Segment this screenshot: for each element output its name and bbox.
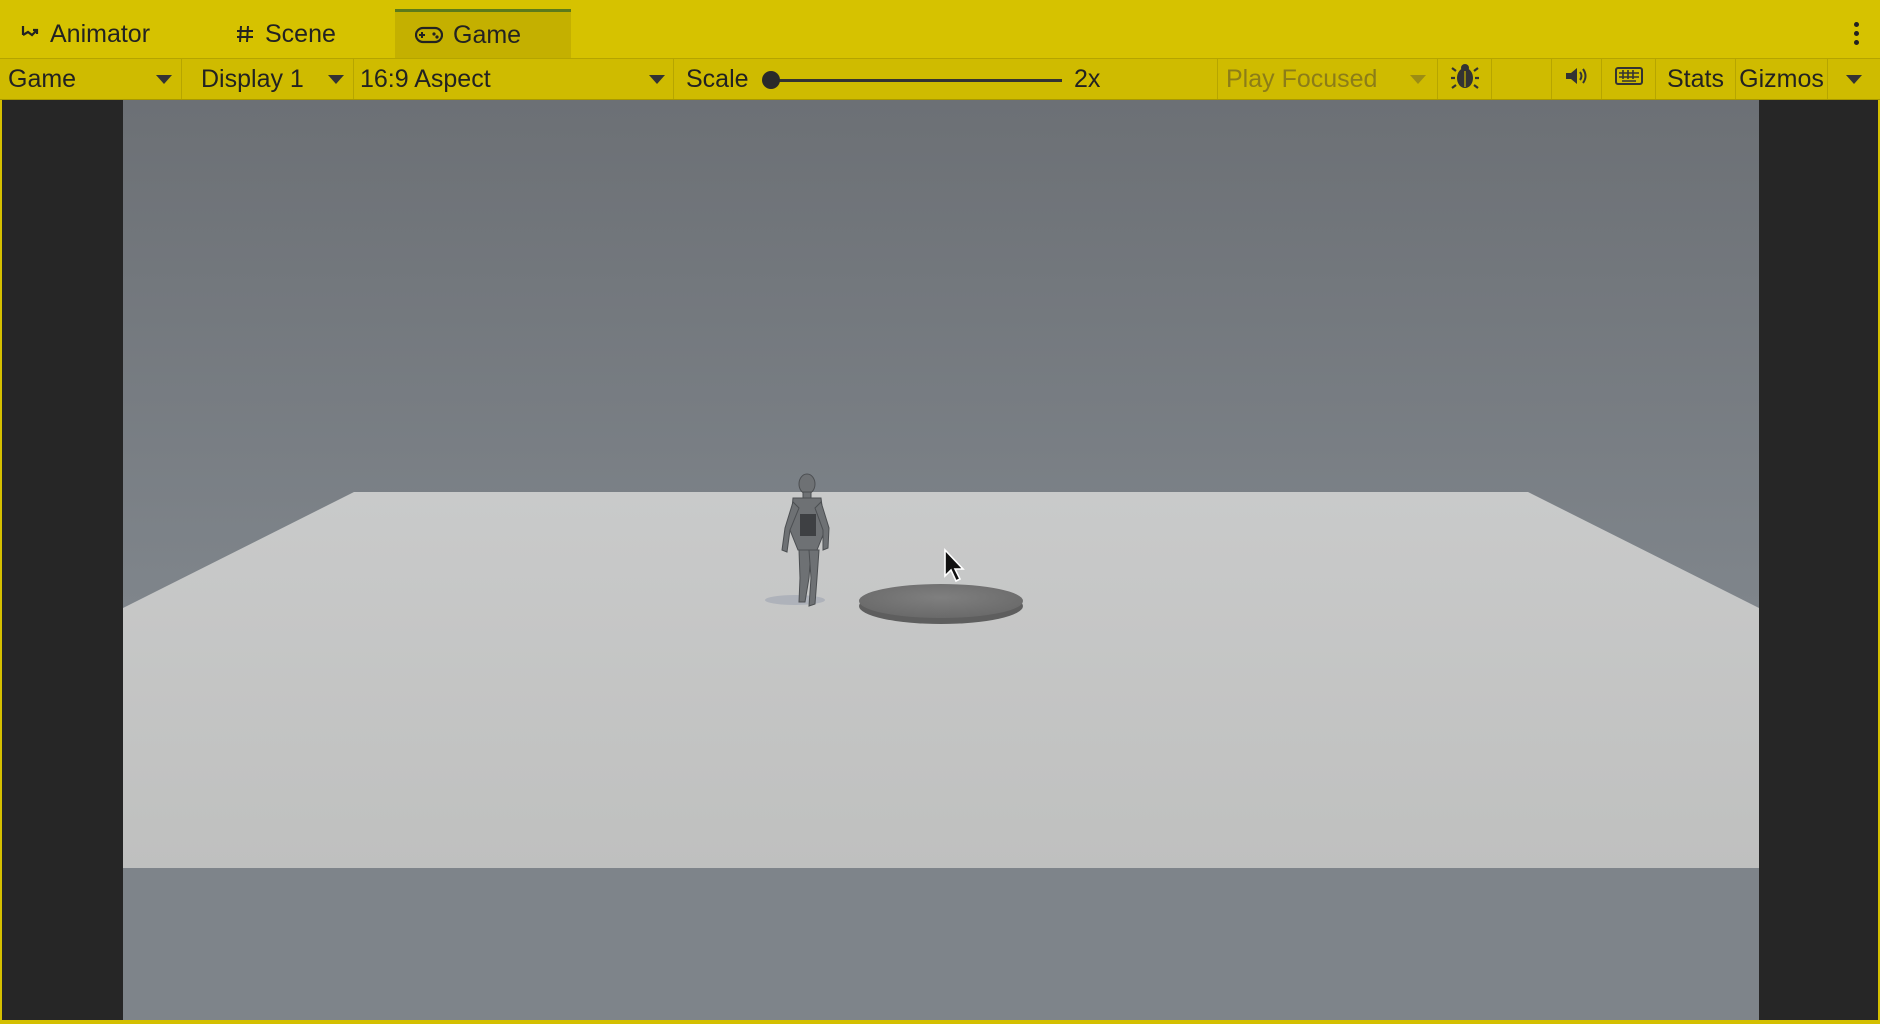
view-mode-value: Game (8, 64, 77, 93)
shortcuts-toggle[interactable] (1602, 59, 1656, 99)
view-mode-dropdown[interactable]: Game (0, 59, 182, 99)
window-bottom-border (0, 1020, 1880, 1024)
aspect-dropdown[interactable]: 16:9 Aspect (354, 59, 674, 99)
mouse-cursor-icon (943, 547, 967, 589)
scale-slider-thumb[interactable] (762, 71, 780, 89)
tab-bar: Animator Scene Game (0, 0, 1880, 58)
floor-front-edge (123, 868, 1759, 1020)
keyboard-icon (1614, 65, 1644, 94)
scale-value: 2x (1074, 65, 1101, 93)
stats-label: Stats (1667, 64, 1724, 93)
chevron-down-icon (1846, 75, 1862, 84)
chevron-down-icon (156, 75, 172, 84)
gamepad-icon (415, 26, 443, 44)
play-mode-dropdown[interactable]: Play Focused (1218, 59, 1438, 99)
bug-icon (1450, 61, 1480, 98)
scene-grid-icon (235, 24, 255, 44)
gizmos-menu-dropdown[interactable] (1828, 59, 1880, 99)
tab-label: Scene (265, 19, 336, 48)
scale-label: Scale (686, 64, 749, 93)
circular-platform (859, 584, 1023, 618)
stats-button[interactable]: Stats (1656, 59, 1736, 99)
tab-animator[interactable]: Animator (0, 10, 170, 58)
more-options-icon[interactable] (1852, 22, 1860, 46)
game-toolbar: Game Display 1 16:9 Aspect Scale 2x Play… (0, 58, 1880, 100)
scale-slider-track[interactable] (772, 79, 1062, 82)
floor-plane (123, 492, 1759, 868)
tab-label: Animator (50, 19, 151, 48)
chevron-down-icon (328, 75, 344, 84)
tab-game[interactable]: Game (395, 9, 571, 58)
speaker-icon (1564, 65, 1590, 94)
debug-toggle[interactable] (1438, 59, 1492, 99)
aspect-value: 16:9 Aspect (360, 64, 491, 93)
game-viewport[interactable] (123, 100, 1759, 1020)
tab-label: Game (453, 20, 522, 49)
display-value: Display 1 (201, 64, 304, 93)
scene-render (123, 473, 1759, 1020)
display-dropdown[interactable]: Display 1 (182, 59, 354, 99)
chevron-down-icon (649, 75, 665, 84)
chevron-down-icon (1410, 75, 1426, 84)
game-view[interactable] (2, 100, 1878, 1020)
animator-icon (20, 24, 40, 44)
play-mode-value: Play Focused (1226, 64, 1378, 93)
tab-scene[interactable]: Scene (215, 10, 356, 58)
gizmos-button[interactable]: Gizmos (1736, 59, 1828, 99)
gizmos-label: Gizmos (1739, 64, 1824, 93)
mute-audio-toggle[interactable] (1552, 59, 1602, 99)
toolbar-spacer (1492, 59, 1552, 99)
